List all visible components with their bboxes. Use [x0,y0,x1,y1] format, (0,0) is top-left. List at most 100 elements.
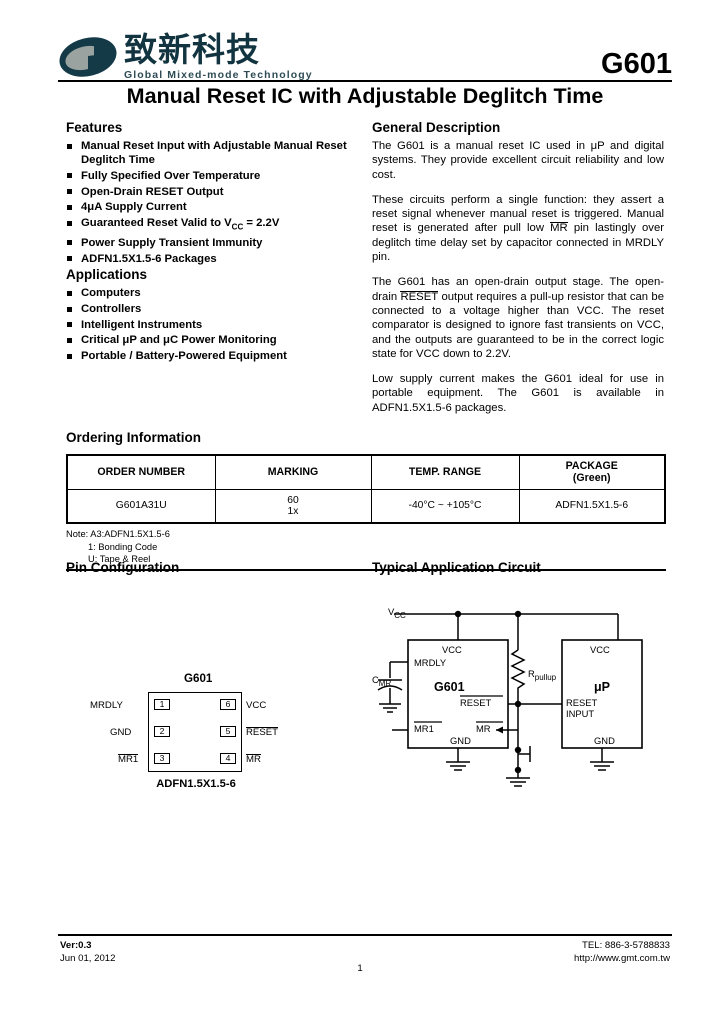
mcu-pin-gnd: GND [594,735,615,746]
list-item: Guaranteed Reset Valid to VCC = 2.2V [66,216,356,234]
col-marking: MARKING [214,454,372,490]
col-package-line2: (Green) [572,472,611,485]
list-item: Manual Reset Input with Adjustable Manua… [66,139,356,167]
applications-list: Computers Controllers Intelligent Instru… [66,286,356,363]
cap-subscript: MR [378,678,392,688]
ordering-table: ORDER NUMBER MARKING TEMP. RANGE PACKAGE… [66,454,666,524]
page-header: 致新科技 Global Mixed-mode Technology G601 [58,30,672,92]
junction-dot [514,766,522,774]
col-temp-range: TEMP. RANGE [370,454,520,490]
bullet-square-icon [67,240,72,246]
col-package: PACKAGE (Green) [518,454,666,490]
list-item: Portable / Battery-Powered Equipment [66,349,356,363]
application-text: Computers [81,287,141,300]
vcc-subscript: CC [231,222,244,232]
telephone-label: TEL: 886-3-5788833 [581,940,670,951]
vcc-subscript: CC [394,610,406,620]
description-paragraph: Low supply current makes the G601 ideal … [372,373,664,414]
junction-dot [514,746,522,754]
ic-pin-gnd: GND [450,735,471,746]
general-description-heading: General Description [372,120,501,135]
datasheet-page: 致新科技 Global Mixed-mode Technology G601 M… [0,0,720,1012]
features-heading: Features [66,120,123,135]
ic-pin-reset: RESET [460,697,492,708]
list-item: ADFN1.5X1.5-6 Packages [66,252,356,266]
bullet-square-icon [67,220,72,226]
reset-overline-label: RESET [400,290,439,303]
feature-text: 4μA Supply Current [81,201,187,214]
pinconf-device-label: G601 [184,672,213,685]
header-divider [58,80,672,82]
marking-line1: 60 [287,494,299,506]
pin-label-mr: MR [246,754,261,765]
col-package-line1: PACKAGE [565,460,618,473]
part-number: G601 [601,48,672,80]
bullet-square-icon [67,204,72,210]
list-item: Power Supply Transient Immunity [66,236,356,250]
table-header-row: ORDER NUMBER MARKING TEMP. RANGE PACKAGE… [66,454,666,490]
footer-divider [58,934,672,936]
bullet-square-icon [67,337,72,343]
footer-right: TEL: 886-3-5788833 http://www.gmt.com.tw [574,939,670,965]
junction-dot [514,700,522,708]
ic-pin-mr: MR [476,723,491,734]
list-item: Open-Drain RESET Output [66,185,356,199]
page-title: Manual Reset IC with Adjustable Deglitch… [126,84,604,108]
ic-pin-mr1: MR1 [414,723,434,734]
pin-box-6: 6 [220,699,236,710]
typical-application-circuit-diagram: VCC CMR Rpullup VCC MRDLY G601 RESET MR1… [372,600,672,830]
bullet-square-icon [67,256,72,262]
application-circuit-heading: Typical Application Circuit [372,560,541,575]
applications-heading: Applications [66,267,148,283]
cell-temp-range: -40°C ~ +105°C [370,488,520,524]
ic-label: G601 [434,680,465,694]
junction-dot [514,610,522,618]
cell-marking: 60 1x [214,488,372,524]
pin-box-2: 2 [154,726,170,737]
list-item: Fully Specified Over Temperature [66,169,356,183]
note-line: 1: Bonding Code [88,541,158,552]
pin-label-mrdly: MRDLY [90,700,123,711]
pin-label-reset: RESET [246,727,278,738]
application-text: Portable / Battery-Powered Equipment [81,350,287,363]
application-text: Critical μP and μC Power Monitoring [81,334,277,347]
ic-pin-mrdly: MRDLY [414,657,447,668]
junction-dot [454,610,462,618]
company-name-chinese: 致新科技 [124,30,260,69]
resistor-label: Rpullup [528,668,557,682]
list-item: Controllers [66,302,356,316]
res-subscript: pullup [534,672,557,682]
ordering-information-section: Ordering Information ORDER NUMBER MARKIN… [66,430,666,571]
pin-box-5: 5 [220,726,236,737]
table-row: G601A31U 60 1x -40°C ~ +105°C ADFN1.5X1.… [66,488,666,524]
list-item: Critical μP and μC Power Monitoring [66,333,356,347]
package-name-label: ADFN1.5X1.5-6 [156,778,236,790]
pin-box-4: 4 [220,753,236,764]
description-paragraph: The G601 is a manual reset IC used in μP… [372,140,664,181]
description-paragraph: The G601 has an open-drain output stage.… [372,276,664,360]
capacitor-label: CMR [372,674,392,688]
pin-configuration-diagram: G601 1 2 3 6 5 4 MRDLY GND MR1 VCC RESET… [66,600,366,820]
pin-label-mr1: MR1 [118,754,139,765]
ic-pin-vcc: VCC [442,644,462,655]
bullet-square-icon [67,173,72,179]
bullet-square-icon [67,353,72,359]
pin-label-vcc: VCC [246,700,267,711]
left-column: Features Manual Reset Input with Adjusta… [66,120,356,365]
bullet-square-icon [67,322,72,328]
rail-label-vcc: VCC [388,606,406,620]
mr-overline-label: MR [550,222,568,235]
description-paragraph: These circuits perform a single function… [372,193,664,264]
cell-package: ADFN1.5X1.5-6 [518,488,666,524]
bullet-square-icon [67,290,72,296]
right-column: General Description The G601 is a manual… [372,120,664,415]
feature-text: Manual Reset Input with Adjustable Manua… [81,140,347,167]
mcu-pin-vcc: VCC [590,644,610,655]
page-number: 1 [357,963,363,974]
footer-left: Ver:0.3 Jun 01, 2012 [60,939,115,965]
feature-text: Fully Specified Over Temperature [81,169,261,182]
mcu-reset-input-line1: RESET [566,697,598,708]
application-text: Controllers [81,303,142,316]
ordering-heading: Ordering Information [66,430,201,445]
bullet-square-icon [67,143,72,149]
